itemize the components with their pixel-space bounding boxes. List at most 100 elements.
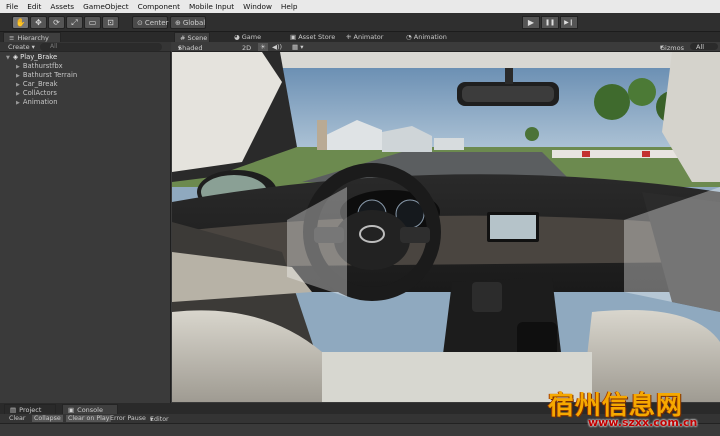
effects-icon[interactable]: ▦ ▾ (292, 43, 303, 51)
animation-tab-label: Animation (413, 33, 447, 41)
menu-file[interactable]: File (6, 2, 18, 11)
hierarchy-item[interactable]: ▶ Bathurst Terrain (16, 71, 77, 79)
hierarchy-item[interactable]: ▶ CollActors (16, 89, 57, 97)
pivot-toggle-button[interactable]: ⊙ Center (132, 16, 168, 29)
hierarchy-item[interactable]: ▶ Bathurstfbx (16, 62, 63, 70)
create-label: Create (8, 42, 30, 51)
menu-help[interactable]: Help (281, 2, 298, 11)
asset-store-tab-label: Asset Store (298, 33, 336, 41)
gizmos-label: Gizmos (660, 44, 684, 52)
tab-scene[interactable]: # Scene (174, 32, 210, 42)
hierarchy-tab-label: Hierarchy (17, 33, 49, 42)
play-icon: ▶ (527, 18, 535, 27)
expand-right-icon[interactable]: ▶ (16, 82, 20, 88)
menu-bar: File Edit Assets GameObject Component Mo… (0, 0, 720, 13)
scene-tab-label: Scene (187, 33, 208, 42)
tab-project[interactable]: ▤ Project (4, 404, 56, 414)
space-label: Global (182, 18, 206, 27)
lighting-icon[interactable]: ☀ (258, 43, 268, 51)
globe-icon: ⊕ (175, 18, 181, 27)
hierarchy-item[interactable]: ▶ Animation (16, 98, 58, 106)
rect-tool-icon[interactable]: ▭ (84, 16, 101, 29)
search-placeholder: All (50, 43, 58, 50)
main-toolbar: ✋ ✥ ⟳ ⤢ ▭ ⊡ ⊙ Center ⊕ Global ▶ ❚❚ ▶❙ (0, 13, 720, 32)
pause-icon: ❚❚ (544, 19, 556, 26)
hierarchy-item-label: Car_Break (22, 80, 58, 88)
transform-tool-icon[interactable]: ⊡ (102, 16, 119, 29)
console-tab-label: Console (77, 405, 103, 414)
shading-label: Shaded (178, 44, 203, 52)
menu-assets[interactable]: Assets (50, 2, 74, 11)
unity-scene-icon: ◈ (12, 53, 19, 61)
menu-edit[interactable]: Edit (27, 2, 41, 11)
site-watermark: 宿州信息网 www.szxx.com.cn (548, 385, 720, 430)
expand-down-icon[interactable]: ▼ (6, 55, 10, 61)
gizmos-dropdown[interactable]: Gizmos ▾ (660, 43, 684, 52)
menu-window[interactable]: Window (243, 2, 272, 11)
menu-component[interactable]: Component (138, 2, 180, 11)
tab-console[interactable]: ▣ Console (62, 404, 118, 414)
space-toggle-button[interactable]: ⊕ Global (170, 16, 206, 29)
scale-tool-icon[interactable]: ⤢ (66, 16, 83, 29)
hierarchy-panel: Create ▾ All ▼ ◈ Play_Brake ▶ Bathurstfbx ▶… (0, 42, 171, 403)
hierarchy-item-label: Bathurstfbx (22, 62, 63, 70)
project-tab-label: Project (19, 405, 42, 414)
rotate-tool-icon[interactable]: ⟳ (48, 16, 65, 29)
audio-icon[interactable]: ◀)) (272, 43, 282, 51)
expand-right-icon[interactable]: ▶ (16, 73, 20, 79)
scene-search-input[interactable]: All (690, 43, 718, 51)
move-tool-icon[interactable]: ✥ (30, 16, 47, 29)
expand-right-icon[interactable]: ▶ (16, 91, 20, 97)
2d-label: 2D (242, 44, 252, 52)
hierarchy-item-label: Bathurst Terrain (22, 71, 78, 79)
create-button[interactable]: Create ▾ (8, 43, 35, 51)
pivot-label: Center (144, 18, 169, 27)
hierarchy-item-label: Animation (22, 98, 58, 106)
hierarchy-item[interactable]: ▶ Car_Break (16, 80, 58, 88)
car-interior-render (172, 52, 720, 402)
list-icon: ≡ (9, 33, 15, 42)
animator-icon: ⁜ (346, 33, 354, 41)
menu-mobile-input[interactable]: Mobile Input (189, 2, 234, 11)
hierarchy-search-input[interactable]: All (40, 43, 162, 51)
folder-icon: ▤ (10, 405, 17, 414)
expand-right-icon[interactable]: ▶ (16, 100, 20, 106)
step-button[interactable]: ▶❙ (560, 16, 578, 29)
hand-tool-icon[interactable]: ✋ (12, 16, 29, 29)
hierarchy-item-label: CollActors (22, 89, 57, 97)
tab-hierarchy[interactable]: ≡ Hierarchy (3, 32, 61, 42)
pivot-icon: ⊙ (137, 18, 143, 27)
hierarchy-toolbar: Create ▾ All (0, 42, 171, 52)
clear-button[interactable]: Clear (9, 415, 25, 422)
scene-name: Play_Brake (20, 53, 58, 61)
tab-animator[interactable]: ⁜ Animator (346, 33, 383, 41)
chevron-down-icon: ▾ (178, 44, 182, 52)
collapse-button[interactable]: Collapse (32, 415, 63, 422)
chevron-down-icon: ▾ (150, 416, 154, 423)
watermark-url: www.szxx.com.cn (588, 416, 698, 429)
console-icon: ▣ (68, 405, 75, 414)
tab-game[interactable]: ◕ Game (234, 33, 261, 41)
tab-asset-store[interactable]: ▣ Asset Store (290, 33, 335, 41)
scene-viewport[interactable] (172, 52, 720, 402)
pacman-icon: ◕ (234, 33, 242, 41)
clock-icon: ◔ (406, 33, 414, 41)
expand-right-icon[interactable]: ▶ (16, 64, 20, 70)
game-tab-label: Game (241, 33, 262, 41)
scene-root-item[interactable]: ▼ ◈ Play_Brake (6, 53, 57, 61)
scene-view-toolbar: Shaded ▾ 2D ☀ ◀)) ▦ ▾ Gizmos ▾ All (172, 42, 720, 52)
hierarchy-tab-strip: ≡ Hierarchy (0, 32, 172, 42)
error-pause-button[interactable]: Error Pause (110, 415, 146, 422)
shopping-bag-icon: ▣ (290, 33, 299, 41)
clear-on-play-button[interactable]: Clear on Play (66, 415, 112, 422)
scene-tab-strip: # Scene ◕ Game ▣ Asset Store ⁜ Animator … (172, 32, 720, 42)
grid-icon: # (180, 33, 186, 42)
scene-search-placeholder: All (696, 43, 705, 51)
tab-animation[interactable]: ◔ Animation (406, 33, 447, 41)
step-icon: ▶❙ (564, 19, 574, 26)
animator-tab-label: Animator (353, 33, 384, 41)
pause-button[interactable]: ❚❚ (541, 16, 559, 29)
menu-gameobject[interactable]: GameObject (83, 2, 129, 11)
play-button[interactable]: ▶ (522, 16, 540, 29)
chevron-down-icon: ▾ (29, 42, 35, 51)
